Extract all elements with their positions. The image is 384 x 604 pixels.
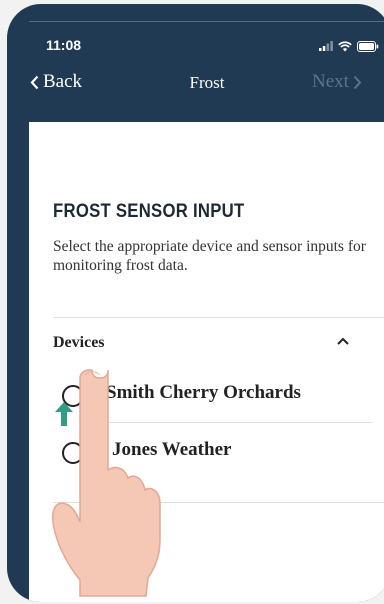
divider: [53, 317, 384, 318]
battery-icon: [357, 40, 379, 52]
device-radio-smith[interactable]: [62, 385, 84, 407]
chevron-right-icon: [353, 75, 362, 89]
divider: [95, 422, 373, 423]
device-label-jones[interactable]: Jones Weather: [112, 439, 231, 461]
status-bar: 11:08: [7, 4, 384, 60]
obscured-section-label: S: [53, 518, 62, 535]
content-card: FROST SENSOR INPUT Select the appropriat…: [29, 122, 384, 602]
section-title: FROST SENSOR INPUT: [53, 201, 245, 222]
signal-icon: [319, 41, 333, 51]
next-button[interactable]: Next: [312, 71, 362, 93]
devices-header: Devices: [53, 334, 105, 351]
status-divider: [29, 21, 384, 22]
divider: [53, 502, 384, 503]
phone-frame: 11:08 Back Frost Next FROST SENSOR INPUT…: [7, 4, 384, 602]
status-icons: [319, 40, 379, 52]
chevron-up-icon[interactable]: [336, 336, 350, 346]
section-description: Select the appropriate device and sensor…: [53, 238, 366, 274]
wifi-icon: [338, 40, 352, 51]
navigation-bar: Back Frost Next: [7, 62, 384, 102]
device-label-smith[interactable]: Smith Cherry Orchards: [106, 382, 301, 404]
device-radio-jones[interactable]: [62, 442, 84, 464]
next-label: Next: [312, 71, 349, 92]
status-time: 11:08: [46, 37, 82, 53]
